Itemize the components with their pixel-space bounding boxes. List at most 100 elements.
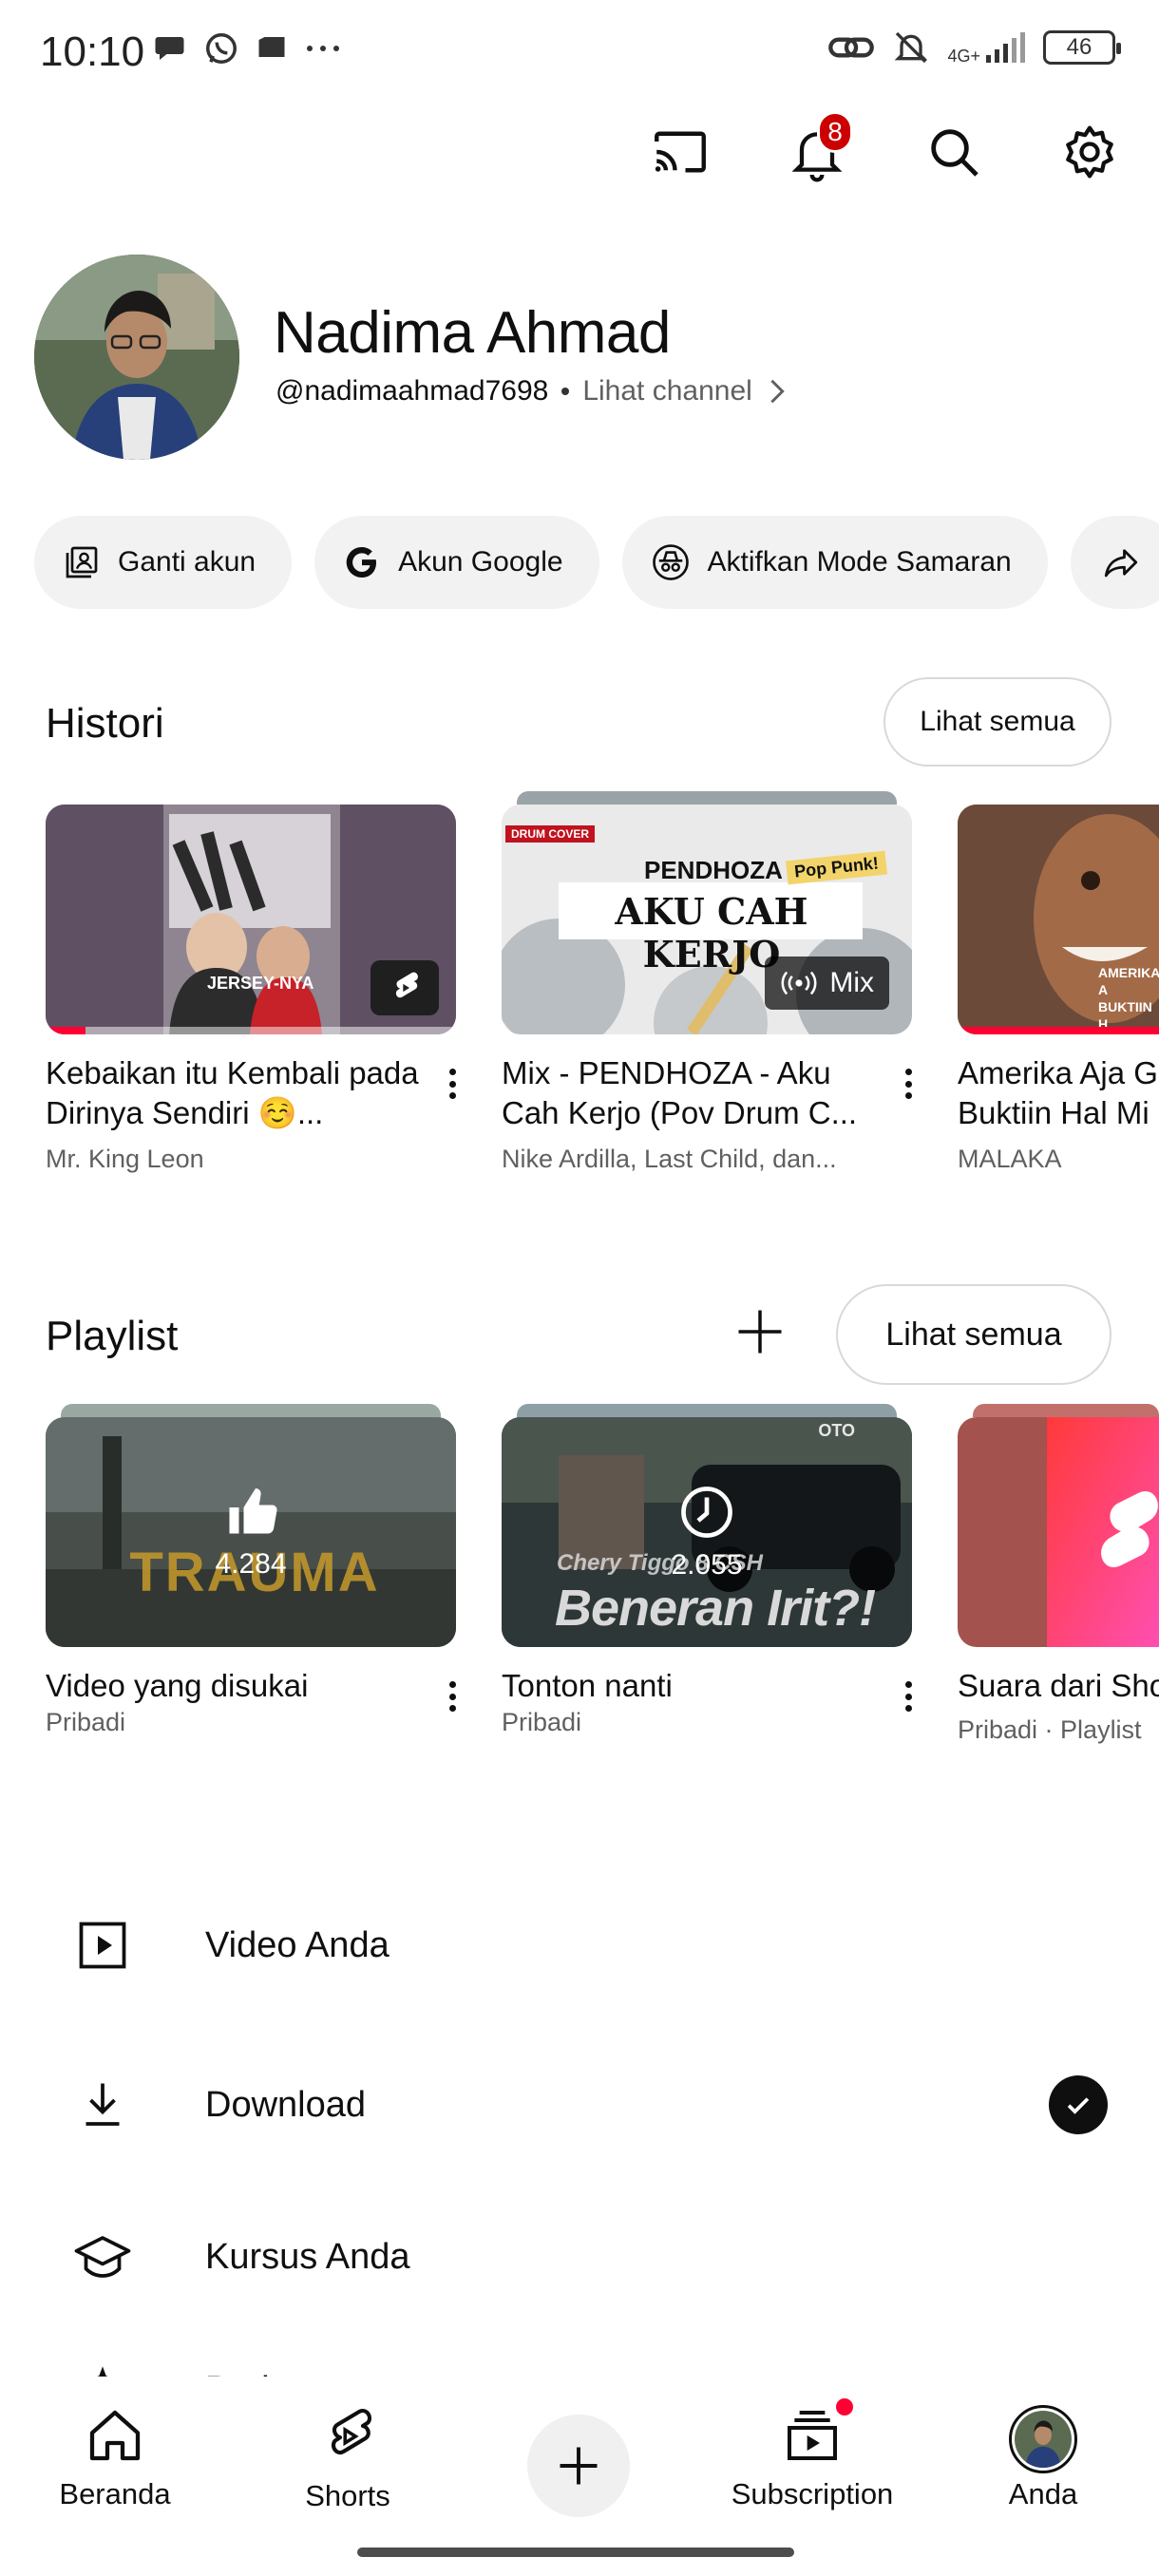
- thumbnail-image: [958, 1417, 1159, 1647]
- video-thumbnail: AMERIKA A BUKTIIN H: [958, 805, 1159, 1034]
- nav-label: Beranda: [59, 2477, 171, 2510]
- shorts-badge: [370, 960, 439, 1015]
- gear-icon: [1066, 125, 1113, 179]
- mix-radio-icon: [781, 971, 817, 995]
- menu-item-download[interactable]: Download: [0, 2038, 1159, 2171]
- status-notification-icons: [154, 30, 342, 66]
- video-title: Mix - PENDHOZA - Aku Cah Kerjo (Pov Drum…: [502, 1055, 858, 1130]
- playlist-overlay: 4.284: [46, 1417, 456, 1647]
- more-notifications-icon: [307, 46, 339, 51]
- switch-account-chip[interactable]: Ganti akun: [34, 516, 293, 609]
- search-button[interactable]: [916, 114, 992, 190]
- playlist-card[interactable]: Suara dari Sho Pribadi · Playlist: [958, 1404, 1159, 1744]
- playlist-stack-indicator: [517, 1404, 897, 1417]
- video-thumbnail: DRUM COVER PENDHOZA Pop Punk! AKU CAH KE…: [502, 805, 912, 1034]
- chip-label: Aktifkan Mode Samaran: [707, 546, 1012, 578]
- watch-progress-bar: [46, 1027, 86, 1034]
- incognito-mode-chip[interactable]: Aktifkan Mode Samaran: [621, 516, 1048, 609]
- new-playlist-button[interactable]: [724, 1296, 796, 1368]
- playlist-card[interactable]: OTO Chery Tiggo 8 CSH Beneran Irit?! 2.0…: [502, 1404, 912, 1736]
- notification-count-badge: 8: [817, 111, 853, 153]
- thumbnail-caption: JERSEY-NYA: [207, 974, 314, 993]
- nav-home[interactable]: Beranda: [20, 2405, 210, 2511]
- battery-indicator: 46: [1043, 30, 1121, 65]
- media-icon: [258, 37, 285, 57]
- whatsapp-icon: [206, 33, 237, 64]
- create-button[interactable]: [527, 2415, 630, 2517]
- avatar-photo: [34, 255, 239, 460]
- chip-label: Akun Google: [398, 546, 563, 578]
- network-type: 4G+: [947, 47, 980, 66]
- account-chips: Ganti akun Akun Google Aktifkan Mode Sam…: [34, 516, 1159, 609]
- nav-label: Subscription: [731, 2477, 894, 2510]
- thumbnail-corner-label: DRUM COVER: [505, 825, 596, 843]
- play-box-icon: [68, 1911, 137, 1979]
- bell-muted-icon: [895, 31, 928, 64]
- chip-label: Ganti akun: [118, 546, 256, 578]
- plus-icon: [560, 2447, 598, 2485]
- thumbnail-tag: PENDHOZA: [644, 856, 783, 884]
- profile-avatar[interactable]: [34, 255, 239, 460]
- gesture-home-bar[interactable]: [357, 2548, 794, 2557]
- top-app-bar: 8: [0, 111, 1159, 190]
- playlist-name: Tonton nanti: [502, 1668, 673, 1703]
- shorts-icon: [395, 972, 418, 998]
- playlist-privacy: Pribadi: [502, 1708, 582, 1736]
- playlist-card[interactable]: TRAUMA 4.284 Video yang disukai Pribadi: [46, 1404, 456, 1736]
- playlist-title: Playlist: [46, 1313, 179, 1359]
- more-options-button[interactable]: [443, 1676, 462, 1717]
- share-channel-chip[interactable]: [1070, 516, 1159, 609]
- nav-you[interactable]: Anda: [948, 2405, 1138, 2511]
- video-channel: MALAKA: [958, 1145, 1062, 1173]
- playlist-stack-indicator: [973, 1404, 1159, 1417]
- search-icon: [931, 129, 978, 177]
- google-account-chip[interactable]: Akun Google: [314, 516, 599, 609]
- graduation-cap-icon: [68, 2223, 137, 2291]
- more-options-button[interactable]: [443, 1063, 462, 1105]
- chevron-right-icon: [770, 379, 785, 404]
- more-options-button[interactable]: [899, 1676, 918, 1717]
- status-system-icons: 4G+ 46: [827, 28, 1121, 66]
- playlist-thumbnail: OTO Chery Tiggo 8 CSH Beneran Irit?! 2.0…: [502, 1417, 912, 1647]
- video-thumbnail: JERSEY-NYA: [46, 805, 456, 1034]
- watch-progress-track: [86, 1027, 456, 1034]
- plus-icon: [738, 1310, 782, 1354]
- shorts-icon: [331, 2409, 372, 2454]
- bottom-navigation: Beranda Shorts Subscription Anda: [0, 2377, 1159, 2576]
- cast-button[interactable]: [642, 114, 718, 190]
- menu-item-your-videos[interactable]: Video Anda: [0, 1879, 1159, 2012]
- google-icon: [346, 547, 377, 578]
- download-icon: [68, 2071, 137, 2139]
- share-icon: [1104, 549, 1137, 578]
- signal-indicator: 4G+: [947, 30, 1026, 65]
- cast-icon: [655, 131, 706, 173]
- history-card[interactable]: DRUM COVER PENDHOZA Pop Punk! AKU CAH KE…: [502, 791, 912, 1173]
- thumbnail-caption: AMERIKA A BUKTIIN H: [1098, 965, 1159, 1032]
- playlist-count: 2.055: [671, 1549, 743, 1581]
- nav-subscriptions[interactable]: Subscription: [717, 2396, 907, 2511]
- chat-bubble-icon: [155, 37, 184, 60]
- watch-progress-bar: [958, 1027, 1159, 1034]
- signal-icon: [986, 32, 1025, 63]
- playlist-see-all-button[interactable]: Lihat semua: [836, 1284, 1112, 1385]
- status-time: 10:10: [40, 28, 145, 75]
- playlist-privacy: Pribadi: [46, 1708, 126, 1736]
- menu-label: Video Anda: [205, 1924, 390, 1965]
- video-channel: Mr. King Leon: [46, 1145, 204, 1173]
- nav-shorts[interactable]: Shorts: [253, 2405, 443, 2513]
- history-card[interactable]: JERSEY-NYA Kebaikan itu Kembali pada Dir…: [46, 805, 456, 1173]
- more-options-button[interactable]: [899, 1063, 918, 1105]
- view-channel-link[interactable]: Lihat channel: [582, 375, 751, 407]
- playlist-name: Suara dari Sho: [958, 1668, 1159, 1703]
- settings-button[interactable]: [1052, 114, 1128, 190]
- history-card[interactable]: AMERIKA A BUKTIIN H Amerika Aja G Buktii…: [958, 805, 1159, 1173]
- history-see-all-button[interactable]: Lihat semua: [884, 677, 1112, 767]
- clock-icon: [681, 1487, 732, 1538]
- avatar: [1009, 2405, 1077, 2473]
- playlist-thumbnail: [958, 1417, 1159, 1647]
- downloaded-check-icon: [1049, 2075, 1108, 2134]
- menu-item-courses[interactable]: Kursus Anda: [0, 2190, 1159, 2323]
- notifications-button[interactable]: 8: [779, 111, 855, 190]
- link-icon: [828, 37, 875, 58]
- home-icon: [89, 2410, 141, 2461]
